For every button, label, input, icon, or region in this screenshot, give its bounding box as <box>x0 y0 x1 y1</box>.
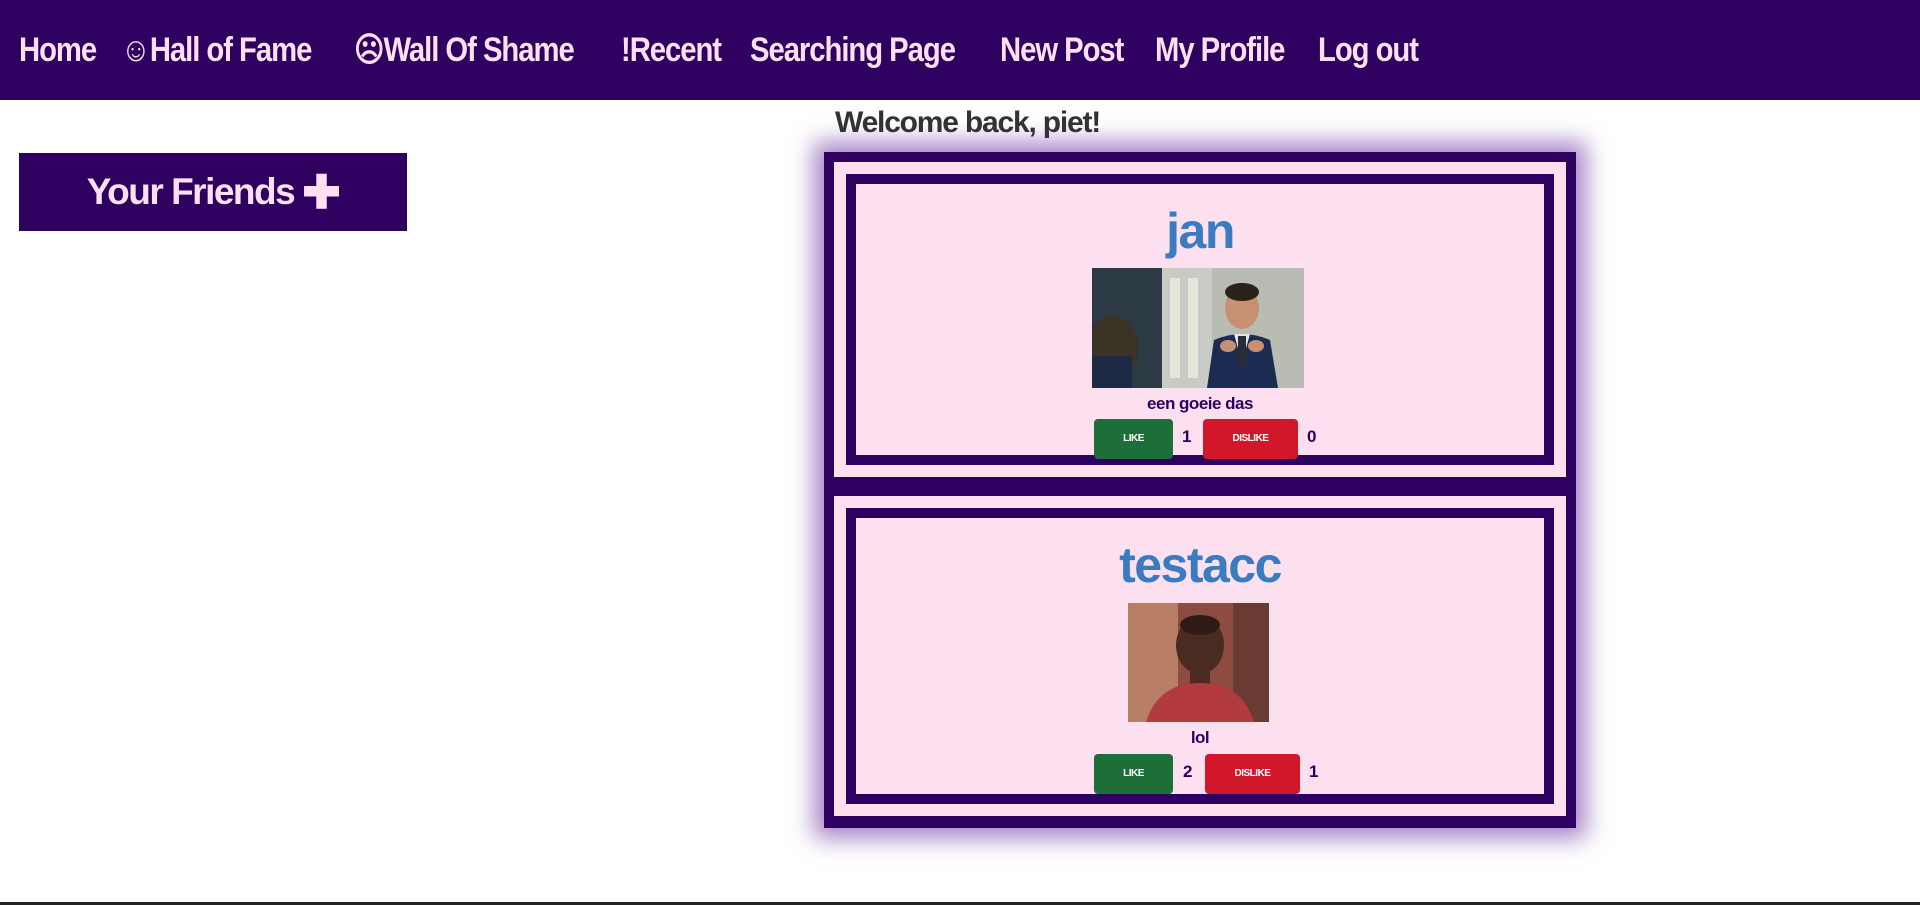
post-username[interactable]: jan <box>856 202 1544 260</box>
like-button[interactable]: LIKE <box>1094 419 1173 459</box>
post-username[interactable]: testacc <box>856 536 1544 594</box>
post-card: jan een goeie das LIKE 1 DISLIKE 0 <box>834 162 1566 477</box>
like-count: 1 <box>1182 427 1192 446</box>
nav-wall-of-shame[interactable]: ☹Wall Of Shame <box>354 30 575 70</box>
plus-icon: ✚ <box>302 166 341 218</box>
nav-my-profile[interactable]: My Profile <box>1155 31 1285 70</box>
dislike-button[interactable]: DISLIKE <box>1205 754 1300 794</box>
dislike-count: 0 <box>1307 427 1317 446</box>
vote-row: LIKE 2 DISLIKE 1 <box>856 754 1544 794</box>
nav-recent[interactable]: !Recent <box>621 31 722 70</box>
post-image <box>1092 268 1304 388</box>
nav-searching-page[interactable]: Searching Page <box>750 31 956 70</box>
nav-home[interactable]: Home <box>19 31 97 70</box>
nav-log-out[interactable]: Log out <box>1318 31 1419 70</box>
post-caption: een goeie das <box>1147 394 1253 413</box>
post-card-inner: jan een goeie das LIKE 1 DISLIKE 0 <box>846 174 1554 465</box>
welcome-message: Welcome back, piet! <box>835 106 1101 139</box>
post-feed: jan een goeie das LIKE 1 DISLIKE 0 testa… <box>824 152 1576 828</box>
vote-row: LIKE 1 DISLIKE 0 <box>856 419 1544 459</box>
like-count: 2 <box>1183 762 1193 781</box>
post-card-inner: testacc lol LIKE 2 DISLIKE 1 <box>846 508 1554 804</box>
dislike-button[interactable]: DISLIKE <box>1203 419 1298 459</box>
like-button[interactable]: LIKE <box>1094 754 1173 794</box>
post-image <box>1128 603 1269 722</box>
your-friends-button[interactable]: Your Friends ✚ <box>19 153 407 231</box>
nav-hall-of-fame[interactable]: ☺Hall of Fame <box>121 31 312 70</box>
dislike-count: 1 <box>1309 762 1319 781</box>
post-caption: lol <box>1190 728 1210 747</box>
your-friends-label: Your Friends <box>86 171 296 212</box>
post-card: testacc lol LIKE 2 DISLIKE 1 <box>834 496 1566 816</box>
top-navigation: Home ☺Hall of Fame ☹Wall Of Shame !Recen… <box>0 0 1920 100</box>
nav-new-post[interactable]: New Post <box>1000 31 1124 70</box>
